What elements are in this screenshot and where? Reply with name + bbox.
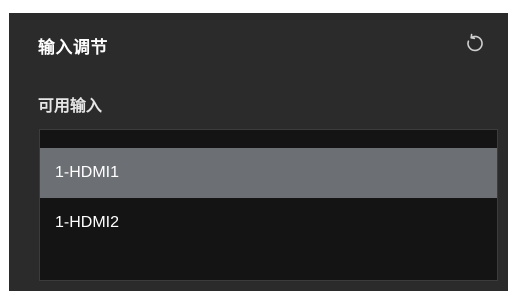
panel-title: 输入调节 <box>38 38 108 57</box>
list-item-label: 1-HDMI2 <box>55 214 120 231</box>
reset-button[interactable] <box>461 29 489 57</box>
reset-icon <box>467 33 483 52</box>
list-item-hdmi2[interactable]: 1-HDMI2 <box>40 198 497 248</box>
input-adjust-panel: 输入调节 可用输入 1-HDMI1 1-HDMI2 <box>9 13 508 291</box>
available-inputs-list: 1-HDMI1 1-HDMI2 <box>39 129 498 281</box>
available-inputs-label: 可用输入 <box>38 98 103 115</box>
list-item-label: 1-HDMI1 <box>55 164 120 181</box>
list-item-hdmi1[interactable]: 1-HDMI1 <box>40 148 497 198</box>
